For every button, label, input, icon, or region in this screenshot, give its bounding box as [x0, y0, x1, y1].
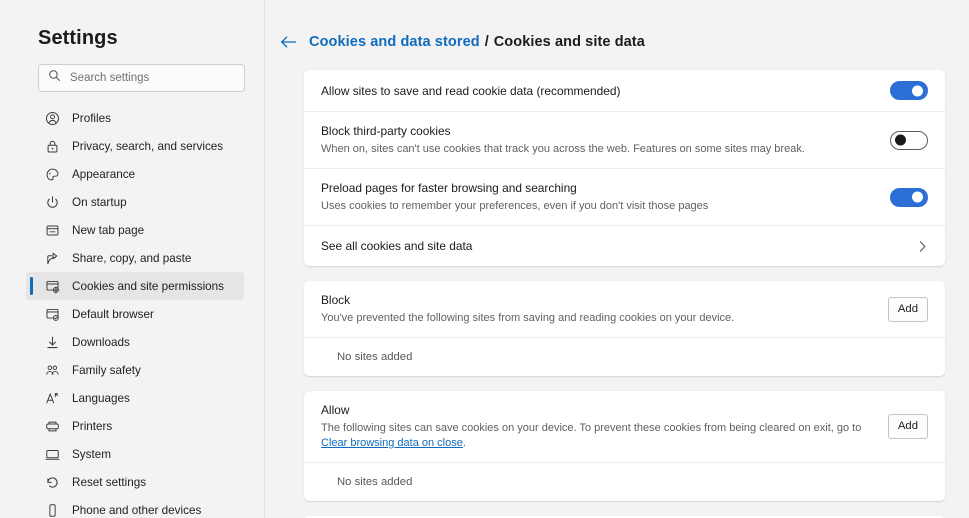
cookie-settings-card: Allow sites to save and read cookie data…	[304, 70, 945, 266]
back-arrow-icon[interactable]	[279, 33, 297, 51]
row-text: Allow The following sites can save cooki…	[321, 391, 872, 462]
sidebar-item-label: Default browser	[72, 307, 154, 321]
preload-pages-row: Preload pages for faster browsing and se…	[304, 168, 945, 225]
new-tab-icon	[44, 222, 60, 238]
allow-header-row: Allow The following sites can save cooki…	[304, 391, 945, 462]
sidebar-item-label: Languages	[72, 391, 130, 405]
chevron-right-icon[interactable]	[917, 240, 928, 253]
language-icon	[44, 390, 60, 406]
allow-sites-save-read-row: Allow sites to save and read cookie data…	[304, 70, 945, 111]
sidebar-item-label: On startup	[72, 195, 127, 209]
sidebar-item-on-startup[interactable]: On startup	[26, 188, 244, 216]
reset-icon	[44, 474, 60, 490]
printer-icon	[44, 418, 60, 434]
allow-add-button[interactable]: Add	[887, 414, 928, 439]
breadcrumb: Cookies and data stored / Cookies and si…	[279, 31, 969, 53]
settings-cards: Allow sites to save and read cookie data…	[304, 70, 945, 518]
row-description: When on, sites can't use cookies that tr…	[321, 143, 805, 155]
row-text: Allow sites to save and read cookie data…	[321, 72, 874, 110]
sidebar-item-share-copy-paste[interactable]: Share, copy, and paste	[26, 244, 244, 272]
row-text: Block You've prevented the following sit…	[321, 281, 872, 337]
row-title: See all cookies and site data	[321, 239, 473, 253]
sidebar-item-label: Reset settings	[72, 475, 147, 489]
block-add-button[interactable]: Add	[887, 296, 928, 322]
monitor-icon	[44, 446, 60, 462]
power-icon	[44, 194, 60, 210]
block-empty-state: No sites added	[304, 337, 945, 376]
sidebar-item-new-tab-page[interactable]: New tab page	[26, 216, 244, 244]
row-text: See all cookies and site data	[321, 227, 901, 265]
lock-icon	[44, 138, 60, 154]
breadcrumb-current: Cookies and site data	[493, 34, 645, 50]
sidebar-item-reset-settings[interactable]: Reset settings	[26, 468, 244, 496]
search-settings-box[interactable]	[38, 64, 245, 92]
page-title: Settings	[38, 27, 118, 49]
allow-sites-save-read-toggle[interactable]	[890, 81, 928, 100]
sidebar-item-label: Privacy, search, and services	[72, 139, 224, 153]
allow-title: Allow	[321, 403, 350, 417]
allow-card: Allow The following sites can save cooki…	[304, 391, 945, 501]
palette-icon	[44, 166, 60, 182]
sidebar-item-label: Cookies and site permissions	[72, 279, 225, 293]
allow-description-suffix: .	[462, 437, 466, 449]
block-third-party-cookies-toggle[interactable]	[890, 130, 928, 150]
download-icon	[44, 334, 60, 350]
sidebar-item-languages[interactable]: Languages	[26, 384, 244, 412]
settings-page: Settings Profiles	[0, 0, 969, 518]
profile-icon	[44, 110, 60, 126]
block-header-row: Block You've prevented the following sit…	[304, 281, 945, 337]
default-browser-icon	[44, 306, 60, 322]
sidebar-item-appearance[interactable]: Appearance	[26, 160, 244, 188]
sidebar-item-label: Profiles	[72, 111, 111, 125]
sidebar-item-label: Appearance	[72, 167, 136, 181]
clear-browsing-data-on-close-link[interactable]: Clear browsing data on close	[321, 437, 463, 449]
search-icon	[48, 69, 61, 87]
block-description: You've prevented the following sites fro…	[321, 312, 735, 324]
phone-icon	[44, 502, 60, 518]
sidebar-item-label: Share, copy, and paste	[72, 251, 192, 265]
allow-empty-state: No sites added	[304, 462, 945, 501]
row-title: Allow sites to save and read cookie data…	[321, 83, 621, 98]
toggle-knob	[912, 191, 923, 203]
sidebar-item-downloads[interactable]: Downloads	[26, 328, 244, 356]
toggle-knob	[912, 85, 923, 96]
toggle-knob	[895, 134, 906, 146]
sidebar-nav: Profiles Privacy, search, and services A…	[0, 104, 264, 518]
preload-pages-toggle[interactable]	[890, 187, 928, 207]
allow-description: The following sites can save cookies on …	[321, 421, 872, 451]
search-input[interactable]	[70, 72, 235, 84]
sidebar-item-label: Phone and other devices	[72, 503, 202, 517]
family-icon	[44, 362, 60, 378]
sidebar-item-label: New tab page	[72, 223, 145, 237]
sidebar-item-printers[interactable]: Printers	[26, 412, 244, 440]
sidebar-item-label: Downloads	[72, 335, 130, 349]
block-third-party-cookies-row: Block third-party cookies When on, sites…	[304, 111, 945, 168]
row-description: Uses cookies to remember your preference…	[321, 200, 709, 212]
sidebar-item-family-safety[interactable]: Family safety	[26, 356, 244, 384]
settings-sidebar: Settings Profiles	[0, 0, 265, 518]
allow-description-text: The following sites can save cookies on …	[321, 422, 862, 434]
see-all-cookies-and-site-data-row[interactable]: See all cookies and site data	[304, 225, 945, 266]
row-title: Preload pages for faster browsing and se…	[321, 181, 577, 195]
row-text: Preload pages for faster browsing and se…	[321, 169, 874, 225]
sidebar-item-label: System	[72, 447, 111, 461]
sidebar-item-phone-and-other-devices[interactable]: Phone and other devices	[26, 496, 244, 518]
row-title: Block third-party cookies	[321, 124, 451, 138]
block-title: Block	[321, 293, 351, 307]
sidebar-item-label: Printers	[72, 419, 113, 433]
sidebar-item-label: Family safety	[72, 363, 141, 377]
block-card: Block You've prevented the following sit…	[304, 281, 945, 376]
sidebar-item-default-browser[interactable]: Default browser	[26, 300, 244, 328]
row-text: Block third-party cookies When on, sites…	[321, 112, 874, 168]
sidebar-item-profiles[interactable]: Profiles	[26, 104, 244, 132]
breadcrumb-parent-link[interactable]: Cookies and data stored	[309, 34, 480, 50]
share-icon	[44, 250, 60, 266]
sidebar-item-privacy-search-services[interactable]: Privacy, search, and services	[26, 132, 244, 160]
breadcrumb-separator: /	[484, 34, 489, 50]
settings-content: Cookies and data stored / Cookies and si…	[265, 0, 969, 518]
sidebar-item-cookies-and-site-permissions[interactable]: Cookies and site permissions	[26, 272, 244, 300]
sidebar-item-system[interactable]: System	[26, 440, 244, 468]
cookie-site-icon	[44, 278, 60, 294]
